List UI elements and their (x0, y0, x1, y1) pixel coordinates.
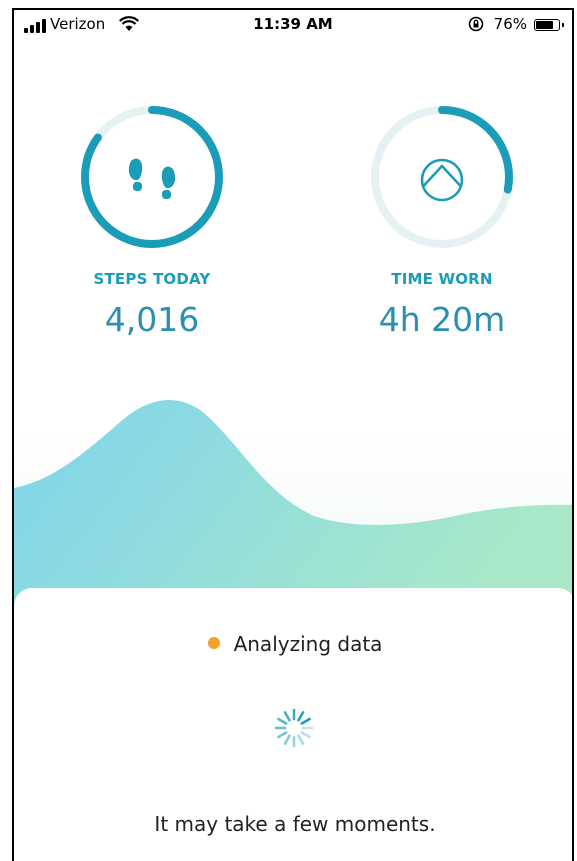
battery-percent: 76% (493, 15, 527, 33)
app-screen: Verizon 11:39 AM 76% STEPS TODAY 4,016 T… (12, 8, 574, 861)
analyzing-status: Analyzing data (14, 632, 572, 656)
spinner-tick (283, 711, 291, 722)
spinner-tick (277, 731, 288, 739)
time-worn-progress-ring (371, 106, 513, 248)
ring-device-icon (420, 158, 464, 202)
spinner-tick (297, 711, 305, 722)
spinner-tick (300, 731, 311, 739)
activity-wave (14, 400, 572, 618)
time-worn-value: 4h 20m (378, 300, 506, 339)
spinner-tick (300, 717, 311, 725)
analysis-card: Analyzing data It may take a few moments… (14, 588, 572, 861)
steps-progress-ring (81, 106, 223, 248)
spinner-tick (297, 734, 305, 745)
battery-icon (534, 19, 564, 31)
rotation-lock-icon (468, 16, 484, 32)
status-dot-icon (207, 637, 220, 649)
status-bar: Verizon 11:39 AM 76% (14, 10, 572, 40)
time-worn-stat[interactable]: TIME WORN 4h 20m (357, 102, 527, 339)
footprints-icon (128, 158, 176, 199)
loading-spinner-icon (274, 708, 314, 748)
spinner-tick (283, 734, 291, 745)
status-time: 11:39 AM (253, 15, 333, 33)
wait-note: It may take a few moments. (154, 812, 436, 836)
time-worn-label: TIME WORN (391, 270, 493, 288)
steps-today-stat[interactable]: STEPS TODAY 4,016 (67, 102, 237, 339)
steps-value: 4,016 (104, 300, 200, 339)
steps-label: STEPS TODAY (93, 270, 211, 288)
spinner-tick (277, 717, 288, 725)
analyzing-label: Analyzing data (233, 632, 383, 656)
